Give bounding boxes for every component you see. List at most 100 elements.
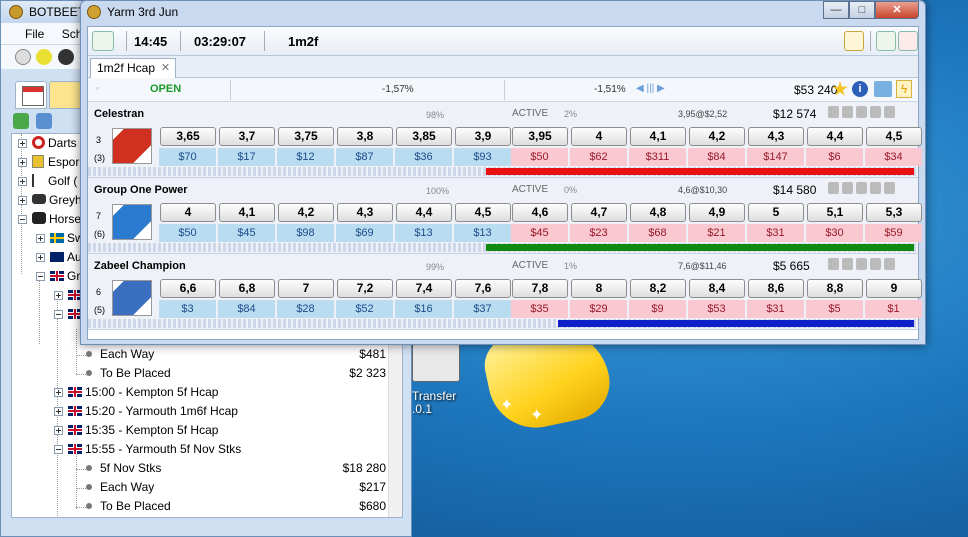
tennis-icon[interactable] <box>36 49 53 65</box>
remove-icon[interactable] <box>884 106 895 118</box>
tree-item-great-britain[interactable]: Gr <box>36 267 80 286</box>
lay-price-button[interactable]: 8 <box>571 279 627 298</box>
refresh-icon[interactable] <box>13 113 29 129</box>
tree-item-to-be-placed-2[interactable]: To Be Placed $680 <box>86 497 386 516</box>
bullet-icon <box>86 484 92 490</box>
tree-item-esports[interactable]: Espor <box>18 153 79 172</box>
columns-icon[interactable] <box>856 182 867 194</box>
lay-price-button[interactable]: 8,6 <box>748 279 804 298</box>
lay-price-button[interactable]: 5,1 <box>807 203 863 222</box>
lay-price-button[interactable]: 4,9 <box>689 203 745 222</box>
back-price-button[interactable]: 3,9 <box>455 127 511 146</box>
scroll-arrows-icon[interactable]: ◀ ||| ▶ <box>636 83 665 94</box>
chart-icon[interactable] <box>828 182 839 194</box>
lightning-icon[interactable]: ϟ <box>896 80 912 98</box>
tree-item-golf[interactable]: Golf ( <box>18 172 77 191</box>
back-price-button[interactable]: 6,8 <box>219 279 275 298</box>
back-price-button[interactable]: 4,1 <box>219 203 275 222</box>
calendar-tab-icon[interactable] <box>15 81 47 109</box>
lay-price-button[interactable]: 4,8 <box>630 203 686 222</box>
lay-price-button[interactable]: 5 <box>748 203 804 222</box>
desktop-app-icon[interactable] <box>412 340 460 382</box>
desktop-icon-label[interactable]: Transfer .0.1 <box>412 390 456 416</box>
back-price-button[interactable]: 3,85 <box>396 127 452 146</box>
columns-icon[interactable] <box>856 106 867 118</box>
lay-price-button[interactable]: 8,4 <box>689 279 745 298</box>
lay-price-button[interactable]: 7,8 <box>512 279 568 298</box>
favorites-tab-icon[interactable] <box>49 81 81 109</box>
remove-icon[interactable] <box>884 182 895 194</box>
back-price-button[interactable]: 3,7 <box>219 127 275 146</box>
back-price-button[interactable]: 4,5 <box>455 203 511 222</box>
back-price-button[interactable]: 4 <box>160 203 216 222</box>
back-price-button[interactable]: 6,6 <box>160 279 216 298</box>
tree-item-greyhounds[interactable]: Greyh <box>18 191 82 210</box>
soccer-icon[interactable] <box>15 49 31 65</box>
tab-1m2f-hcap[interactable]: 1m2f Hcap ✕ <box>90 58 177 79</box>
tree-item-australia[interactable]: Au <box>36 248 82 267</box>
sort-icon[interactable]: ◦ <box>96 83 99 93</box>
back-price-button[interactable]: 4,4 <box>396 203 452 222</box>
back-price-button[interactable]: 7,4 <box>396 279 452 298</box>
tree-item-to-be-placed[interactable]: To Be Placed $2 323 <box>86 364 386 383</box>
tools-icon[interactable] <box>842 258 853 270</box>
back-price-button[interactable]: 4,2 <box>278 203 334 222</box>
maximize-button[interactable]: □ <box>849 1 875 19</box>
back-price-button[interactable]: 7,6 <box>455 279 511 298</box>
tree-item-race-1500[interactable]: 15:00 - Kempton 5f Hcap <box>54 383 218 402</box>
tree-item-each-way[interactable]: Each Way $481 <box>86 345 386 364</box>
pin-icon[interactable] <box>898 31 918 51</box>
back-stake: $87 <box>336 148 393 166</box>
lay-price-button[interactable]: 4,5 <box>866 127 922 146</box>
lay-price-button[interactable]: 8,8 <box>807 279 863 298</box>
runner-percent: 100% <box>426 186 450 196</box>
lay-price-button[interactable]: 4,6 <box>512 203 568 222</box>
minimize-button[interactable]: — <box>823 1 849 19</box>
tree-item-race-1520[interactable]: 15:20 - Yarmouth 1m6f Hcap <box>54 402 238 421</box>
dropdown-icon[interactable] <box>870 258 881 270</box>
back-price-button[interactable]: 3,65 <box>160 127 216 146</box>
lay-price-button[interactable]: 4,4 <box>807 127 863 146</box>
tree-item-horse-racing[interactable]: Horse <box>18 210 81 229</box>
chart-icon[interactable] <box>828 106 839 118</box>
graph-icon[interactable] <box>874 81 892 97</box>
tools-icon[interactable] <box>842 106 853 118</box>
horse-icon[interactable] <box>57 49 74 65</box>
add-view-icon[interactable] <box>92 31 114 51</box>
tools-icon[interactable] <box>842 182 853 194</box>
back-price-button[interactable]: 3,8 <box>337 127 393 146</box>
lay-price-button[interactable]: 9 <box>866 279 922 298</box>
lay-price-button[interactable]: 8,2 <box>630 279 686 298</box>
tree-item-race-1555[interactable]: 15:55 - Yarmouth 5f Nov Stks <box>54 440 241 459</box>
menu-file[interactable]: File <box>25 23 44 45</box>
info-icon[interactable]: i <box>852 81 868 97</box>
filter-icon[interactable] <box>36 113 53 129</box>
close-tab-icon[interactable]: ✕ <box>161 59 170 78</box>
lay-price-button[interactable]: 4,2 <box>689 127 745 146</box>
tree-item-sweden[interactable]: Sw <box>36 229 84 248</box>
columns-icon[interactable] <box>856 258 867 270</box>
remove-icon[interactable] <box>884 258 895 270</box>
close-button[interactable]: ✕ <box>875 1 919 19</box>
tree-item-each-way-2[interactable]: Each Way $217 <box>86 478 386 497</box>
tree-item-race-1535[interactable]: 15:35 - Kempton 5f Hcap <box>54 421 218 440</box>
back-price-button[interactable]: 7 <box>278 279 334 298</box>
runner-percent: 98% <box>426 110 445 120</box>
new-window-icon[interactable] <box>876 31 896 51</box>
back-price-button[interactable]: 7,2 <box>337 279 393 298</box>
tree-item-darts[interactable]: Darts <box>18 134 77 153</box>
lay-price-button[interactable]: 4 <box>571 127 627 146</box>
chart-icon[interactable] <box>844 31 864 51</box>
lay-price-button[interactable]: 3,95 <box>512 127 568 146</box>
market-titlebar[interactable]: Yarm 3rd Jun — □ ✕ <box>81 1 925 23</box>
chart-icon[interactable] <box>828 258 839 270</box>
back-price-button[interactable]: 4,3 <box>337 203 393 222</box>
lay-price-button[interactable]: 4,1 <box>630 127 686 146</box>
lay-price-button[interactable]: 5,3 <box>866 203 922 222</box>
lay-price-button[interactable]: 4,7 <box>571 203 627 222</box>
lay-price-button[interactable]: 4,3 <box>748 127 804 146</box>
tree-item-5f-nov-stks[interactable]: 5f Nov Stks $18 280 <box>86 459 386 478</box>
back-price-button[interactable]: 3,75 <box>278 127 334 146</box>
dropdown-icon[interactable] <box>870 182 881 194</box>
dropdown-icon[interactable] <box>870 106 881 118</box>
